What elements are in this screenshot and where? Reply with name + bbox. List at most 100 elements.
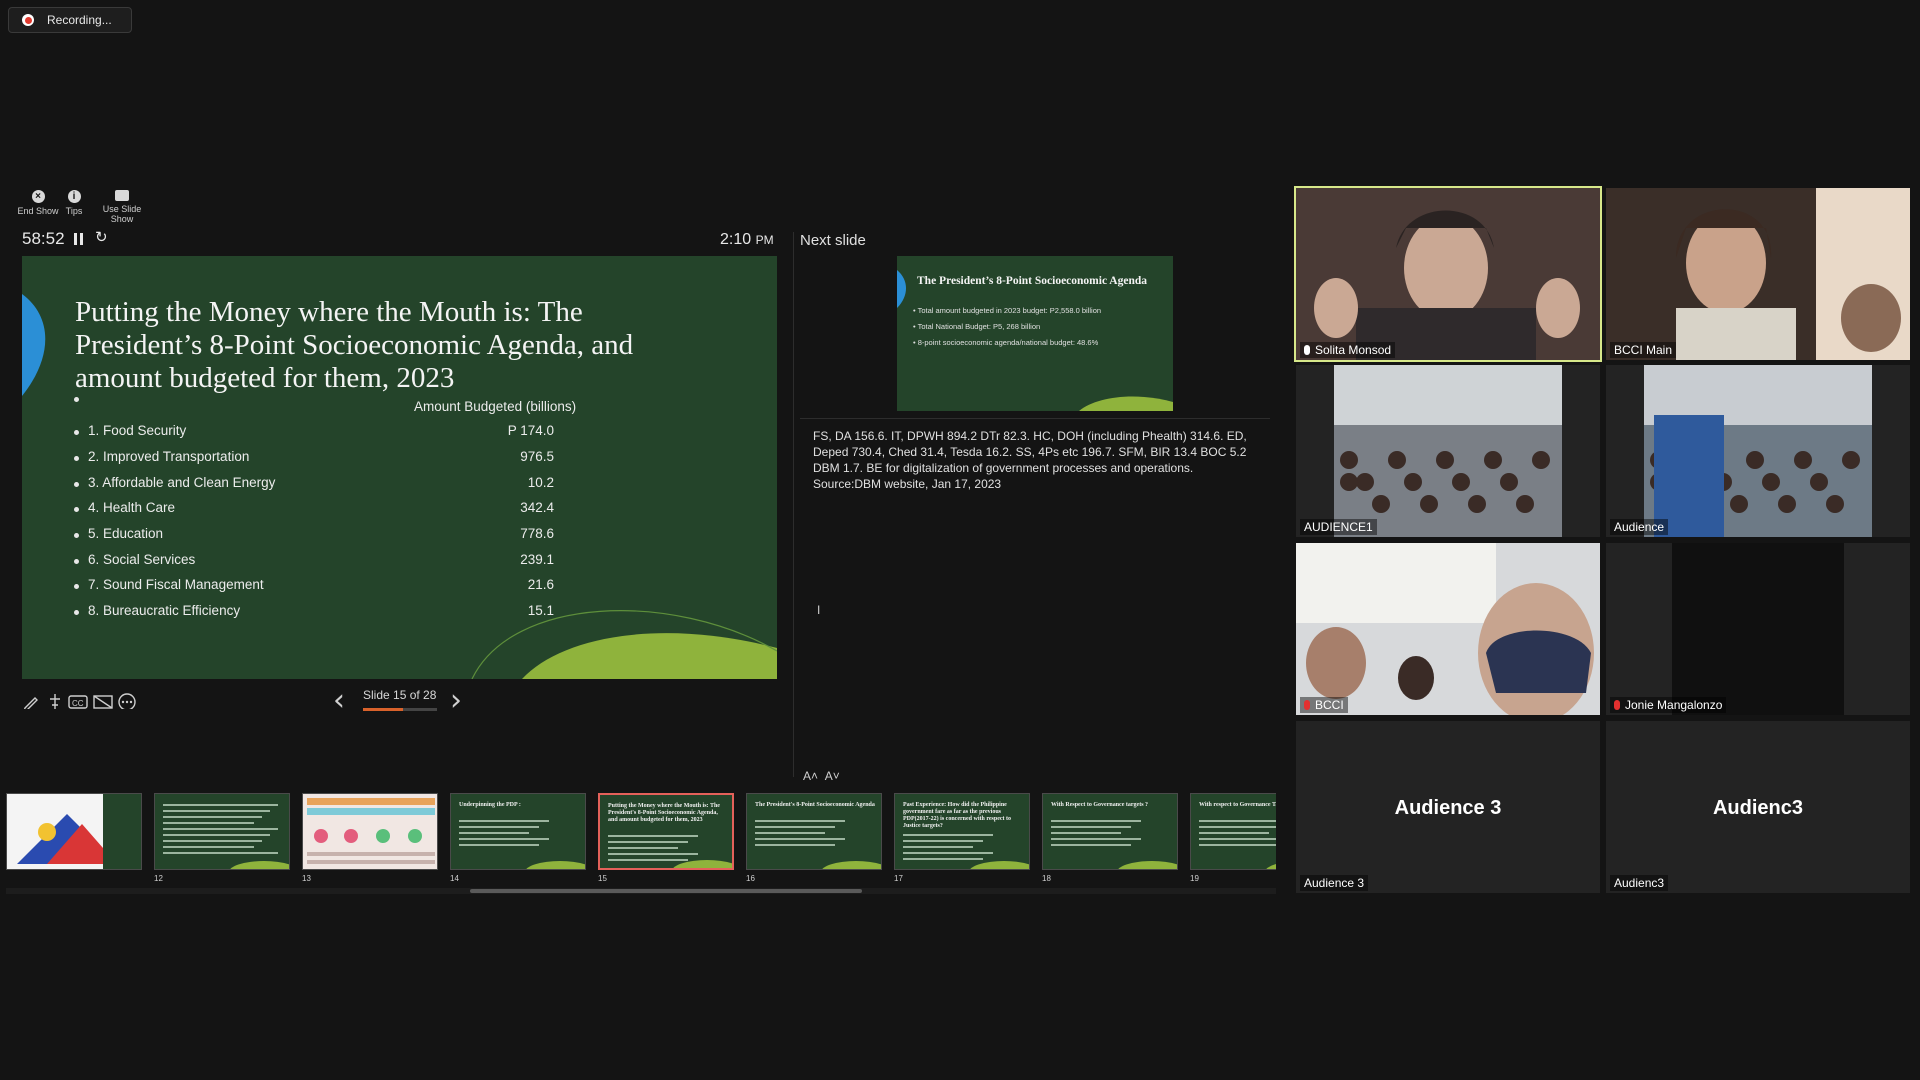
list-item: 8. Bureaucratic Efficiency 15.1 (74, 603, 554, 623)
thumbnail-text-line (755, 826, 835, 828)
thumbnail-text-line (903, 852, 993, 854)
reset-timer-icon[interactable]: ↻ (95, 230, 109, 245)
thumbnail-infographic (307, 798, 435, 864)
participant-name: BCCI (1315, 698, 1344, 712)
next-slide-icon[interactable]: › (450, 686, 462, 716)
participant-display-name: Audience 3 (1394, 797, 1502, 819)
notes-divider (800, 418, 1270, 419)
thumbnail-text-line (163, 816, 262, 818)
item-label: 7. Sound Fiscal Management (88, 577, 264, 592)
participant-tile[interactable]: BCCI Main (1606, 188, 1910, 360)
thumbnail-arc (821, 861, 881, 869)
scrollbar-thumb[interactable] (470, 889, 862, 893)
participant-video (1296, 188, 1600, 360)
slide-progress-fill (363, 708, 403, 711)
thumbnail-text-line (1051, 838, 1141, 840)
text-cursor-icon: I (817, 603, 821, 617)
item-value: 342.4 (520, 500, 554, 515)
thumbnail-scrollbar[interactable] (6, 888, 1276, 894)
item-label: 8. Bureaucratic Efficiency (88, 603, 241, 618)
thumbnail-arc (525, 861, 585, 869)
list-item: 4. Health Care 342.4 (74, 500, 554, 520)
participant-video (1296, 543, 1600, 715)
participant-name: Solita Monsod (1315, 343, 1392, 357)
thumbnail-number: 12 (154, 874, 163, 883)
thumbnail-text-line (163, 840, 262, 842)
slide-thumbnail[interactable]: With respect to Governance Targets? (1190, 793, 1276, 870)
slide-thumbnail[interactable]: With Respect to Governance targets ? (1042, 793, 1178, 870)
panel-divider[interactable] (793, 232, 794, 777)
slide-thumbnail[interactable]: Putting the Money where the Mouth is: Th… (598, 793, 734, 870)
thumbnail-number: 13 (302, 874, 311, 883)
thumbnail-title: With Respect to Governance targets ? (1051, 802, 1149, 808)
list-item: 5. Education 778.6 (74, 526, 554, 546)
participant-name: Jonie Mangalonzo (1625, 698, 1723, 712)
thumbnail-text-line (903, 840, 983, 842)
thumbnail-text-line (1199, 832, 1269, 834)
thumbnail-title: Underpinning the PDP : (459, 802, 521, 808)
pen-icon[interactable] (22, 693, 40, 709)
participant-tile[interactable]: Solita Monsod (1294, 186, 1602, 362)
decrease-font-icon[interactable]: A˅ (825, 769, 840, 783)
subtitles-icon[interactable]: CC (68, 693, 88, 709)
participant-name-tag: Audience (1610, 519, 1669, 535)
thumbnail-number: 18 (1042, 874, 1051, 883)
thumbnail-number: 14 (450, 874, 459, 883)
participant-video (1606, 188, 1910, 360)
participant-tile[interactable]: Jonie Mangalonzo (1606, 543, 1910, 715)
thumbnail-text-line (755, 844, 835, 846)
next-slide-preview[interactable]: The President’s 8-Point Socioeconomic Ag… (897, 256, 1173, 411)
participant-name-tag: Audience 3 (1300, 875, 1369, 891)
speaker-notes[interactable]: FS, DA 156.6. IT, DPWH 894.2 DTr 82.3. H… (813, 428, 1253, 492)
slide-thumbnail[interactable]: Underpinning the PDP : (450, 793, 586, 870)
previous-slide-icon[interactable]: ‹ (333, 686, 345, 716)
slide-thumbnail-strip: 12 13 Underpinning the PDP : 14 Putting the … (6, 793, 1276, 883)
participant-name-tag: Solita Monsod (1300, 342, 1396, 358)
participant-tile[interactable]: AUDIENCE1 (1296, 365, 1600, 537)
thumbnail-arc (229, 861, 289, 869)
recording-indicator[interactable]: Recording... (8, 7, 132, 33)
item-label: 1. Food Security (88, 423, 187, 438)
participant-tile[interactable]: BCCI (1296, 543, 1600, 715)
slide-thumbnail[interactable] (302, 793, 438, 870)
thumbnail-text-line (459, 838, 549, 840)
slide-thumbnail[interactable] (6, 793, 142, 870)
participant-tile[interactable]: Audienc3 Audienc3 (1606, 721, 1910, 893)
participant-video (1672, 543, 1844, 715)
more-options-icon[interactable] (117, 693, 137, 709)
black-screen-icon[interactable] (93, 693, 113, 709)
thumbnail-text-line (903, 858, 983, 860)
clock-time: 2:10 (720, 231, 752, 248)
close-icon: × (31, 190, 45, 203)
thumbnail-number: 17 (894, 874, 903, 883)
item-value: 778.6 (520, 526, 554, 541)
slide-thumbnail[interactable]: The President's 8-Point Socioeconomic Ag… (746, 793, 882, 870)
participant-name-tag: AUDIENCE1 (1300, 519, 1377, 535)
muted-mic-icon (1304, 700, 1310, 710)
participant-name: Audience 3 (1304, 876, 1365, 890)
slide-thumbnail[interactable] (154, 793, 290, 870)
participant-tile[interactable]: Audience 3 Audience 3 (1296, 721, 1600, 893)
slide-thumbnail[interactable]: Past Experience: How did the Philippine … (894, 793, 1030, 870)
notes-font-size-controls: A˄ A˅ (803, 769, 840, 783)
laser-pointer-icon[interactable] (46, 693, 64, 709)
use-slide-show-button[interactable]: Use Slide Show (91, 190, 153, 224)
next-slide-title: The President’s 8-Point Socioeconomic Ag… (917, 275, 1147, 287)
thumbnail-text-line (1199, 844, 1276, 846)
thumbnail-arc (1265, 861, 1276, 869)
item-value: 10.2 (527, 475, 554, 490)
pause-timer-icon[interactable] (74, 233, 84, 245)
item-label: 4. Health Care (88, 500, 176, 515)
thumbnail-text-line (1199, 820, 1276, 822)
next-slide-bullet: • Total National Budget: P5, 268 billion (913, 322, 1041, 331)
slide-progress-bar (363, 708, 437, 711)
mic-icon (1304, 345, 1310, 355)
participant-tile[interactable]: Audience (1606, 365, 1910, 537)
increase-font-icon[interactable]: A˄ (803, 769, 818, 783)
info-icon: i (67, 190, 81, 203)
item-label: 5. Education (88, 526, 164, 541)
thumbnail-number: 19 (1190, 874, 1199, 883)
thumbnail-text-line (1051, 844, 1131, 846)
record-icon (22, 14, 34, 26)
item-label: 2. Improved Transportation (88, 449, 250, 464)
